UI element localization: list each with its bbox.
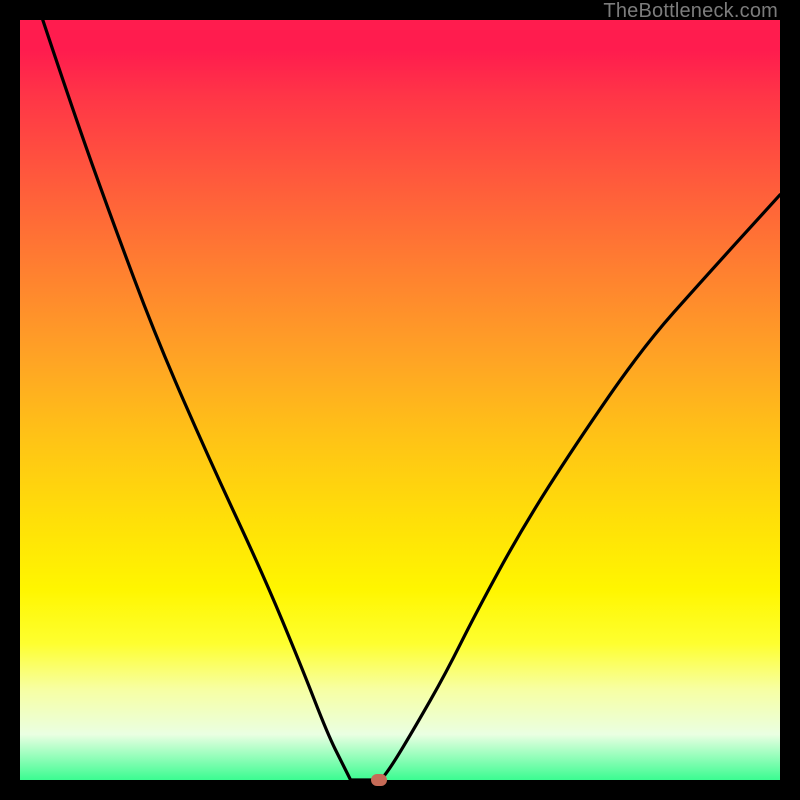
watermark-text: TheBottleneck.com	[603, 0, 778, 23]
background-gradient	[20, 20, 780, 780]
chart-frame	[20, 20, 780, 780]
